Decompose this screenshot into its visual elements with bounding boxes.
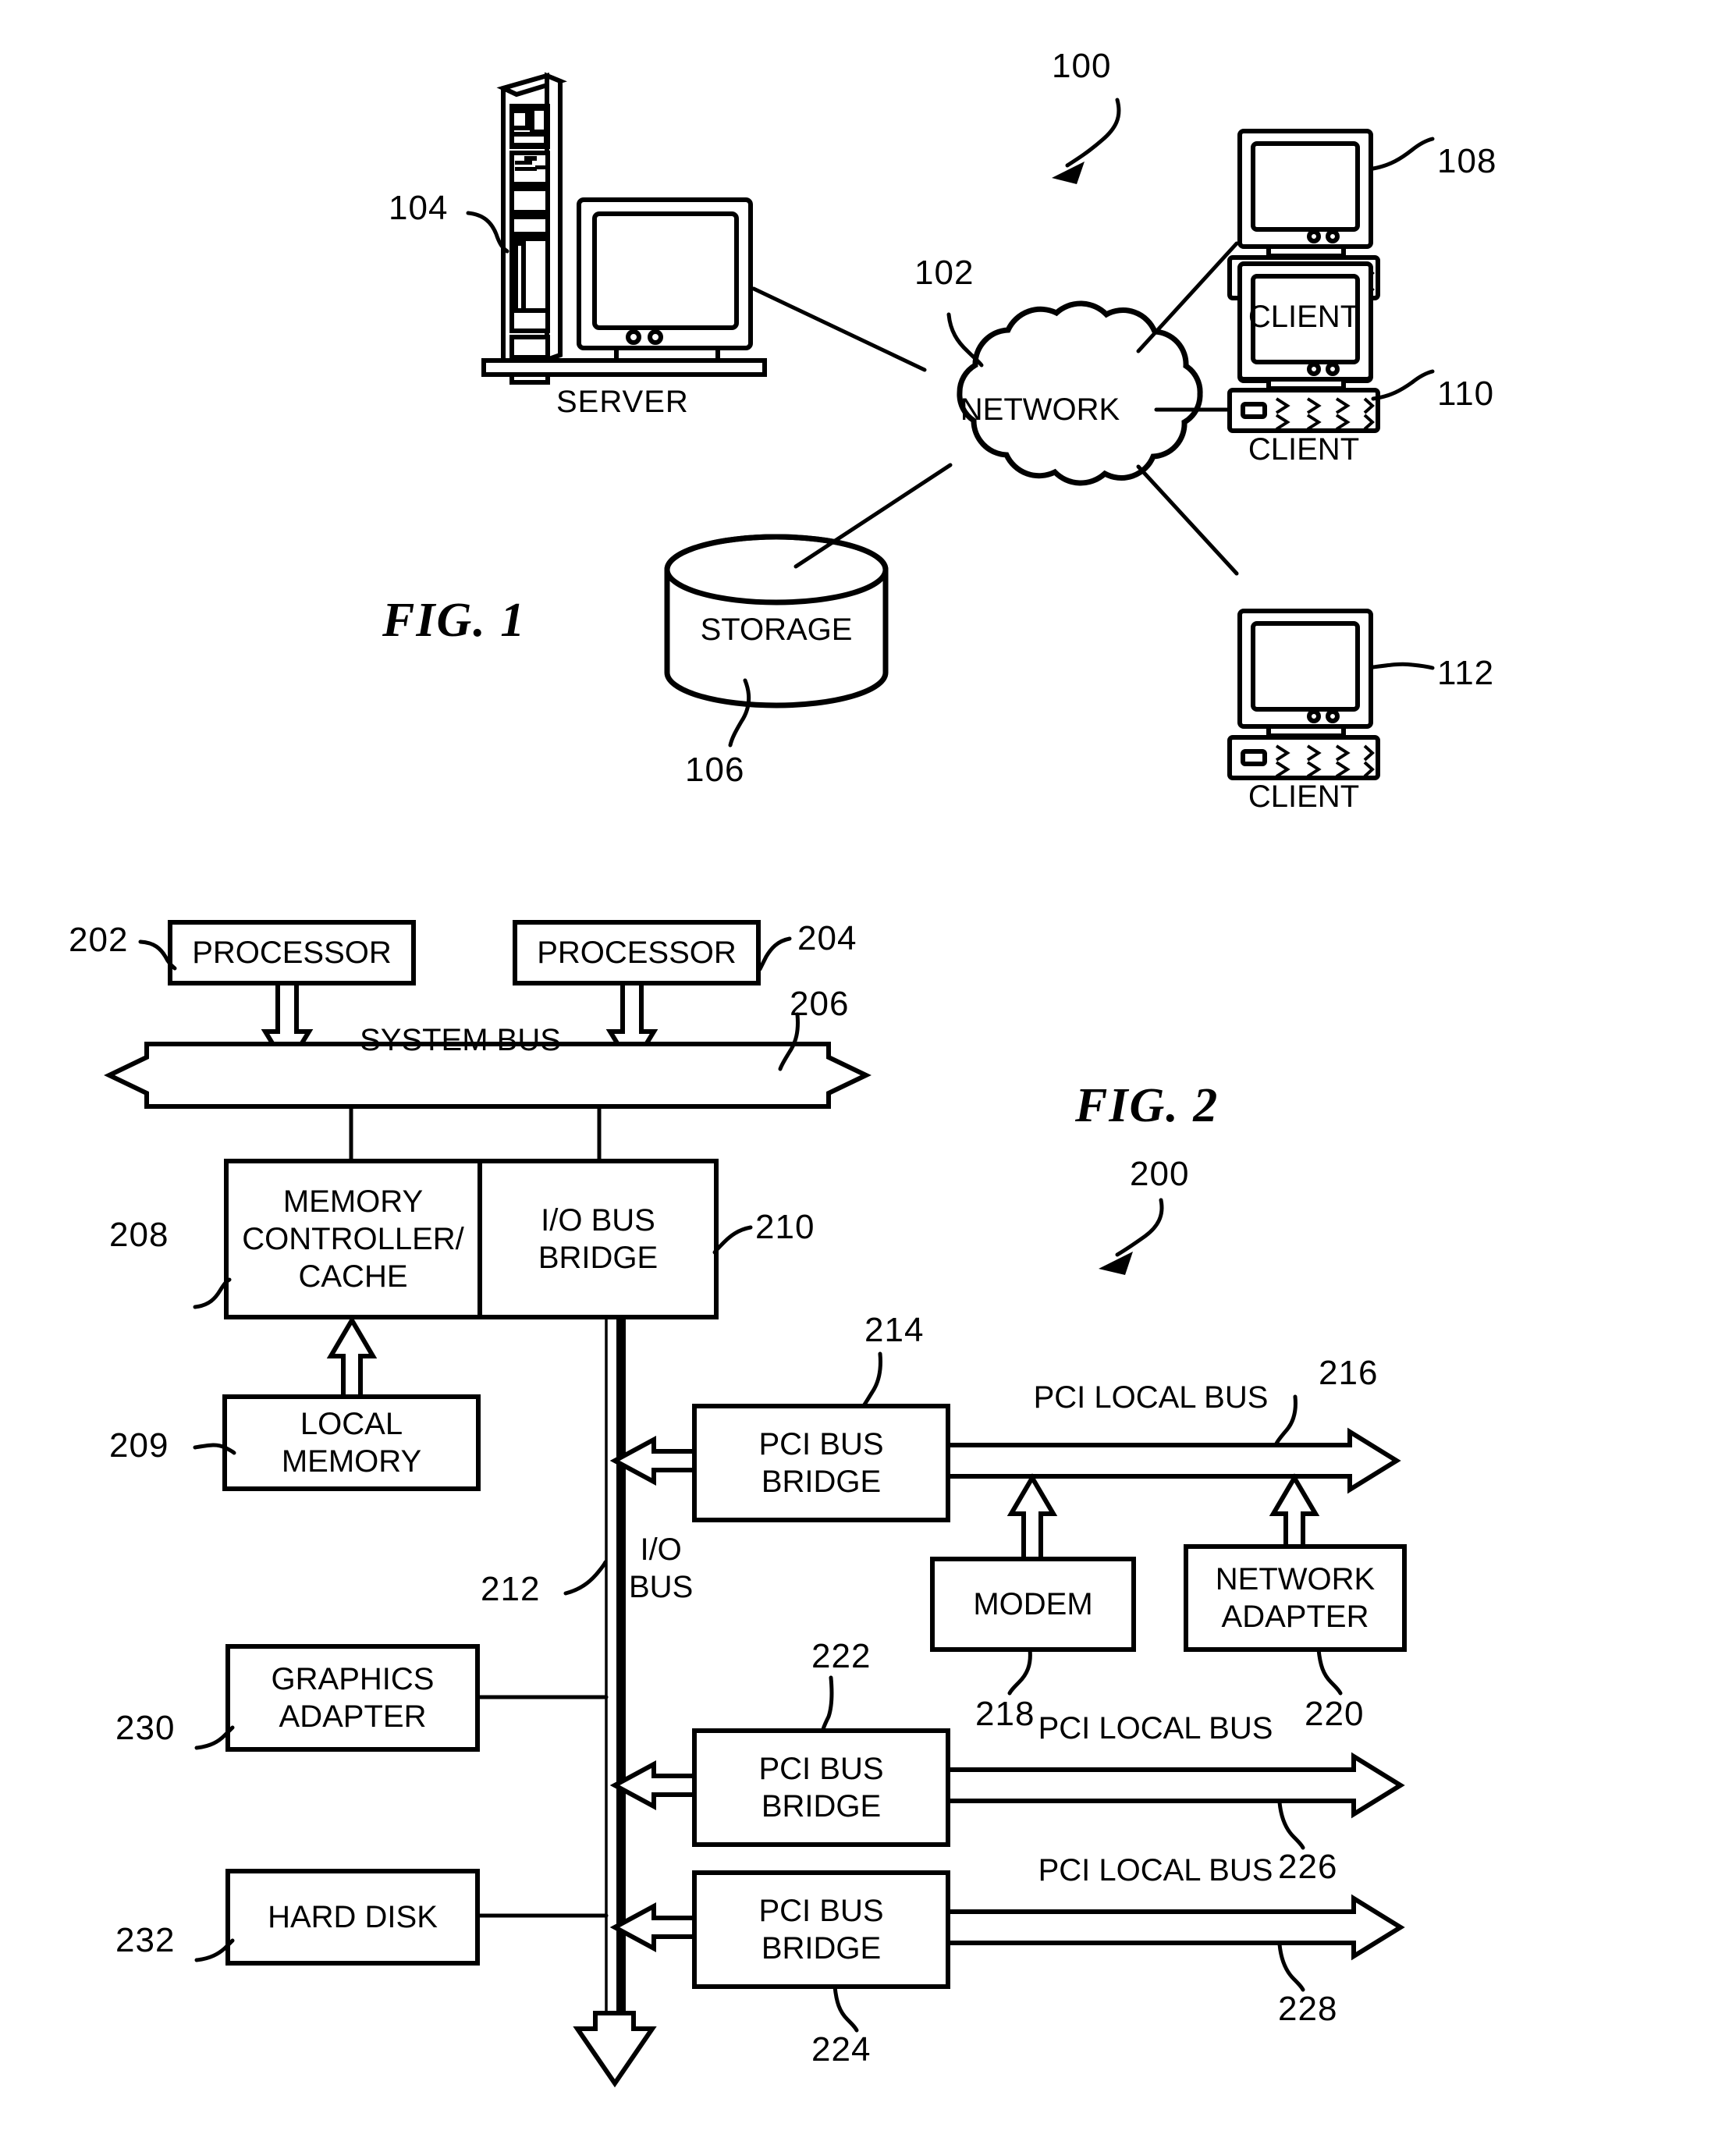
pci-local-bus-3-arrow [946, 1894, 1405, 1961]
io-bus-line [573, 1317, 657, 2088]
system-bus-label: SYSTEM BUS [360, 1023, 561, 1057]
pci-local-bus3-ref-leader [1277, 1942, 1305, 1992]
hard-disk-ref: 232 [115, 1921, 176, 1959]
modem-bus-arrow [1006, 1473, 1058, 1561]
server-ref: 104 [389, 189, 449, 227]
network-label: NETWORK [960, 392, 1120, 427]
io-bus-bridge-ref: 210 [755, 1208, 815, 1246]
pci-bridge2-ref: 222 [811, 1637, 872, 1675]
memory-controller-ref: 208 [109, 1216, 169, 1254]
client2-ref-leader [1371, 369, 1435, 401]
server-caption: SERVER [556, 385, 689, 419]
io-bus-bridge-label: I/O BUS BRIDGE [538, 1203, 659, 1275]
io-bus-ref-leader [563, 1560, 608, 1596]
network-adapter-label: NETWORK ADAPTER [1215, 1562, 1376, 1634]
pci-bridge1-io-arrow [609, 1435, 697, 1486]
client-computer-3-icon [1227, 609, 1380, 780]
network-adapter-bus-arrow [1269, 1473, 1320, 1549]
hard-disk-label: HARD DISK [268, 1900, 438, 1934]
pci-bridge2-label: PCI BUS BRIDGE [758, 1752, 884, 1824]
fig2-title: FIG. 2 [1075, 1079, 1219, 1132]
pci-local-bus2-ref: 226 [1278, 1848, 1338, 1886]
patent-figure-sheet: .s{fill:none;stroke:#000;stroke-width:5;… [0, 0, 1736, 2145]
modem-ref: 218 [975, 1695, 1035, 1733]
io-bus-bridge-ref-leader [712, 1225, 753, 1255]
fig1-system-leader [1052, 98, 1121, 184]
pci-bridge3-label: PCI BUS BRIDGE [758, 1894, 884, 1966]
pci-local-bus3-label: PCI LOCAL BUS [1038, 1853, 1273, 1888]
storage-label: STORAGE [700, 613, 853, 647]
fig1-title: FIG. 1 [382, 594, 527, 647]
pci-bridge1-ref: 214 [864, 1311, 925, 1349]
client1-caption: CLIENT [1248, 300, 1360, 334]
client3-ref-leader [1371, 662, 1435, 670]
graphics-adapter-label: GRAPHICS ADAPTER [271, 1662, 435, 1734]
fig2-system-ref: 200 [1130, 1155, 1190, 1193]
client2-ref: 110 [1437, 375, 1495, 413]
modem-ref-leader [1007, 1647, 1032, 1696]
client3-ref: 112 [1437, 654, 1495, 692]
io-bus-ref: 212 [481, 1570, 541, 1608]
pci-bridge2-io-arrow [609, 1760, 697, 1811]
pci-local-bus2-ref-leader [1277, 1800, 1305, 1850]
client3-caption: CLIENT [1248, 780, 1360, 814]
pci-local-bus3-ref: 228 [1278, 1990, 1338, 2028]
pci-local-bus1-ref: 216 [1319, 1354, 1379, 1392]
fig1-system-ref: 100 [1052, 47, 1112, 85]
local-memory-arrow [326, 1316, 378, 1399]
pci-local-bus1-label: PCI LOCAL BUS [1033, 1380, 1269, 1415]
io-bus-label: I/O BUS [629, 1532, 694, 1604]
link-network-client1 [1136, 241, 1239, 353]
pci-bridge1-ref-leader [862, 1351, 882, 1407]
system-bus-ref: 206 [790, 985, 850, 1023]
pci-bridge3-ref: 224 [811, 2030, 872, 2069]
local-memory-label: LOCAL MEMORY [281, 1407, 422, 1479]
memory-controller-label: MEMORY CONTROLLER/ CACHE [242, 1184, 464, 1294]
processor2-ref: 204 [797, 919, 857, 957]
link-network-client3 [1136, 464, 1239, 576]
fig2-system-leader [1099, 1198, 1164, 1275]
modem-label: MODEM [973, 1587, 1093, 1621]
processor2-label: PROCESSOR [537, 936, 737, 970]
processor1-label: PROCESSOR [192, 936, 392, 970]
pci-bridge2-ref-leader [821, 1675, 834, 1731]
pci-local-bus-2-arrow [946, 1752, 1405, 1819]
network-adapter-ref: 220 [1305, 1695, 1365, 1733]
client-computer-2-icon-body [1227, 261, 1380, 433]
pci-bridge1-label: PCI BUS BRIDGE [758, 1427, 884, 1499]
processor1-ref: 202 [69, 921, 129, 959]
pci-local-bus-1-arrow [946, 1427, 1401, 1494]
network-ref-leader [946, 312, 984, 368]
storage-ref-leader [728, 678, 751, 748]
network-adapter-ref-leader [1316, 1647, 1343, 1696]
graphics-adapter-ref: 230 [115, 1709, 176, 1747]
storage-ref: 106 [685, 751, 745, 789]
network-ref: 102 [914, 254, 975, 292]
pci-bridge3-ref-leader [832, 1984, 859, 2033]
server-tower-icon [496, 72, 567, 385]
pci-local-bus2-label: PCI LOCAL BUS [1038, 1711, 1273, 1745]
link-server-network [751, 286, 927, 372]
client1-ref-leader [1371, 137, 1435, 171]
local-memory-ref: 209 [109, 1426, 169, 1465]
pci-bridge3-io-arrow [609, 1902, 697, 1953]
client1-ref: 108 [1437, 142, 1497, 180]
processor2-ref-leader [758, 936, 792, 971]
client2-caption: CLIENT [1248, 432, 1360, 467]
